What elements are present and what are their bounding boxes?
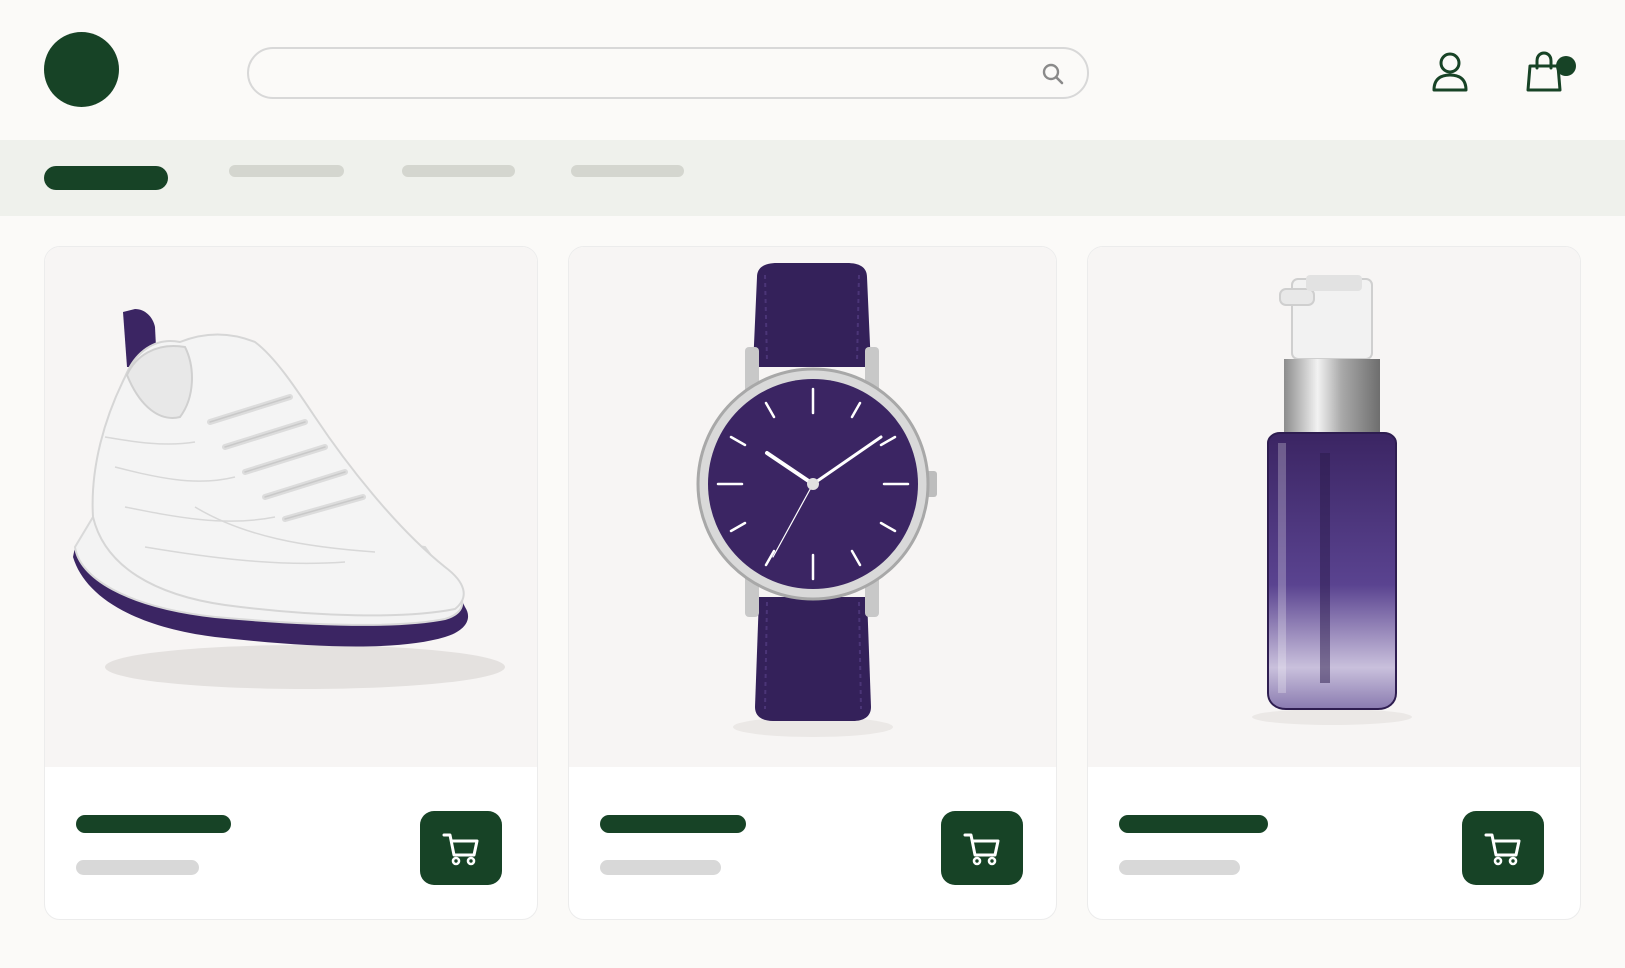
category-nav (0, 140, 1625, 216)
product-price (1119, 860, 1120, 861)
add-to-cart-button[interactable] (941, 811, 1023, 885)
product-name-placeholder (600, 815, 746, 833)
product-image-watch[interactable] (569, 247, 1056, 767)
product-card-serum[interactable] (1087, 246, 1581, 920)
search-bar[interactable] (247, 47, 1089, 99)
nav-tab-1[interactable] (44, 166, 168, 190)
product-price-placeholder (600, 860, 721, 875)
product-price-placeholder (76, 860, 199, 875)
sneaker-image (73, 309, 505, 689)
nav-tab-2[interactable] (229, 165, 344, 177)
add-to-cart-button[interactable] (420, 811, 502, 885)
search-input[interactable] (269, 59, 1033, 89)
cart-badge (1556, 56, 1576, 76)
cart-icon (963, 833, 1000, 866)
product-image-serum[interactable] (1088, 247, 1580, 767)
product-name-placeholder (1119, 815, 1268, 833)
cart-icon (1484, 833, 1521, 866)
product-price-placeholder (1119, 860, 1240, 875)
product-price (600, 860, 601, 861)
user-icon[interactable] (1430, 50, 1470, 94)
product-card-watch[interactable] (568, 246, 1057, 920)
product-name (1119, 815, 1120, 816)
brand-logo[interactable] (44, 32, 119, 107)
add-to-cart-button[interactable] (1462, 811, 1544, 885)
wristwatch-image (696, 263, 937, 737)
product-card-sneaker[interactable] (44, 246, 538, 920)
product-price (76, 860, 77, 861)
product-image-sneaker[interactable] (45, 247, 537, 767)
site-header (0, 0, 1625, 140)
search-icon[interactable] (1041, 62, 1065, 86)
product-name (76, 815, 77, 816)
shopping-bag-button[interactable] (1524, 50, 1580, 94)
product-name (600, 815, 601, 816)
cart-icon (442, 833, 479, 866)
nav-tab-3[interactable] (402, 165, 515, 177)
nav-tab-4[interactable] (571, 165, 684, 177)
product-name-placeholder (76, 815, 231, 833)
serum-bottle-image (1252, 275, 1412, 725)
